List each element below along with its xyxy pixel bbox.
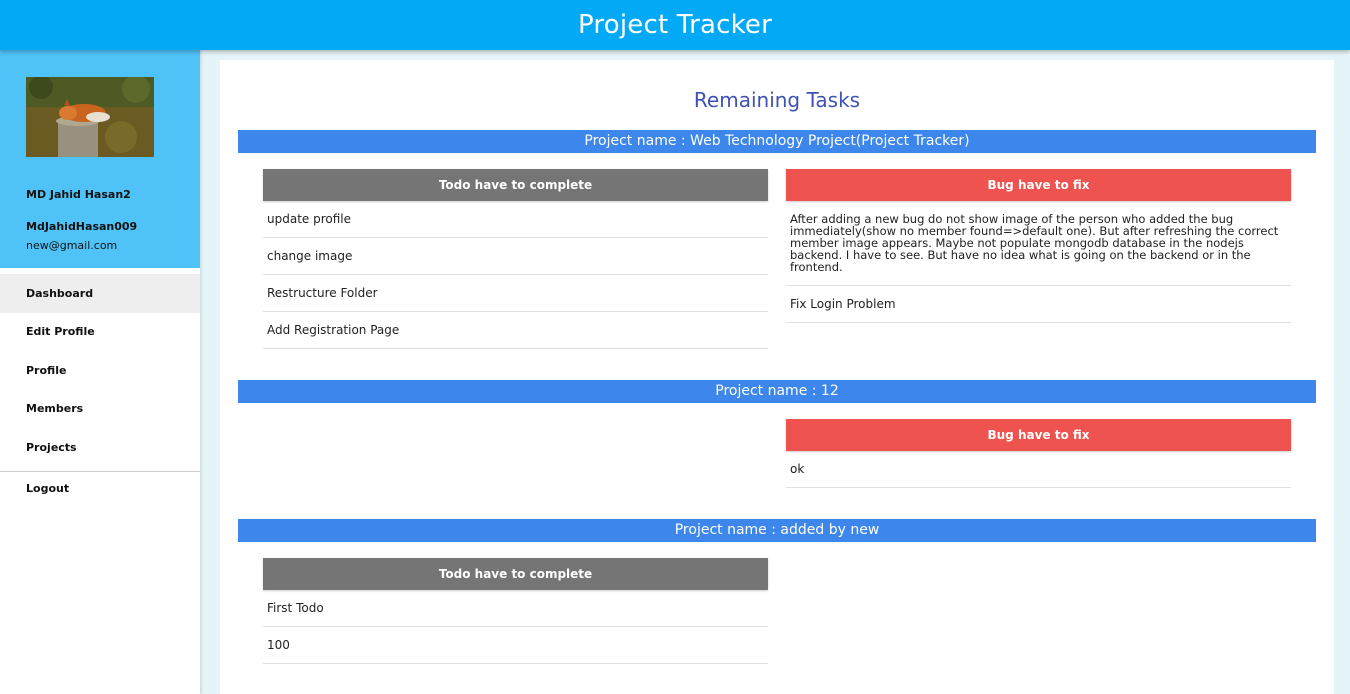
- page-title: Remaining Tasks: [693, 88, 861, 112]
- sidebar-item-profile[interactable]: Profile: [0, 351, 200, 390]
- app-header: Project Tracker: [0, 0, 1350, 50]
- todo-header: Todo have to complete: [263, 169, 768, 201]
- todo-item: update profile: [263, 201, 768, 238]
- bug-header: Bug have to fix: [786, 419, 1291, 451]
- sidebar-item-dashboard[interactable]: Dashboard: [0, 274, 200, 313]
- todo-column: Todo have to complete First Todo 100: [263, 558, 768, 664]
- app-title: Project Tracker: [577, 10, 772, 40]
- todo-header: Todo have to complete: [263, 558, 768, 590]
- project-name-bar: Project name : added by new: [238, 519, 1316, 542]
- main-card: Remaining Tasks Project name : Web Techn…: [220, 60, 1334, 694]
- todo-item: Add Registration Page: [263, 312, 768, 349]
- bug-column: Bug have to fix After adding a new bug d…: [786, 169, 1291, 323]
- project-name-bar: Project name : Web Technology Project(Pr…: [238, 130, 1316, 153]
- logout-button[interactable]: Logout: [0, 472, 200, 506]
- todo-item: Restructure Folder: [263, 275, 768, 312]
- sidebar-item-edit-profile[interactable]: Edit Profile: [0, 313, 200, 352]
- bug-item: ok: [786, 451, 1291, 488]
- profile-username: MdJahidHasan009: [26, 220, 138, 233]
- sidebar-nav: Dashboard Edit Profile Profile Members P…: [0, 274, 200, 506]
- todo-item: 100: [263, 627, 768, 664]
- todo-column: Todo have to complete update profile cha…: [263, 169, 768, 349]
- sidebar-item-projects[interactable]: Projects: [0, 428, 200, 467]
- todo-item: change image: [263, 238, 768, 275]
- todo-item: First Todo: [263, 590, 768, 627]
- bug-column: Bug have to fix ok: [786, 419, 1291, 488]
- avatar: [26, 77, 154, 157]
- bug-item: Fix Login Problem: [786, 286, 1291, 323]
- project-name-bar: Project name : 12: [238, 380, 1316, 403]
- sidebar-item-members[interactable]: Members: [0, 390, 200, 429]
- profile-email: new@gmail.com: [26, 239, 118, 252]
- sidebar: MD Jahid Hasan2 MdJahidHasan009 new@gmai…: [0, 50, 200, 694]
- profile-name: MD Jahid Hasan2: [26, 188, 131, 201]
- bug-item: After adding a new bug do not show image…: [786, 201, 1291, 286]
- profile-panel: MD Jahid Hasan2 MdJahidHasan009 new@gmai…: [0, 50, 200, 268]
- bug-header: Bug have to fix: [786, 169, 1291, 201]
